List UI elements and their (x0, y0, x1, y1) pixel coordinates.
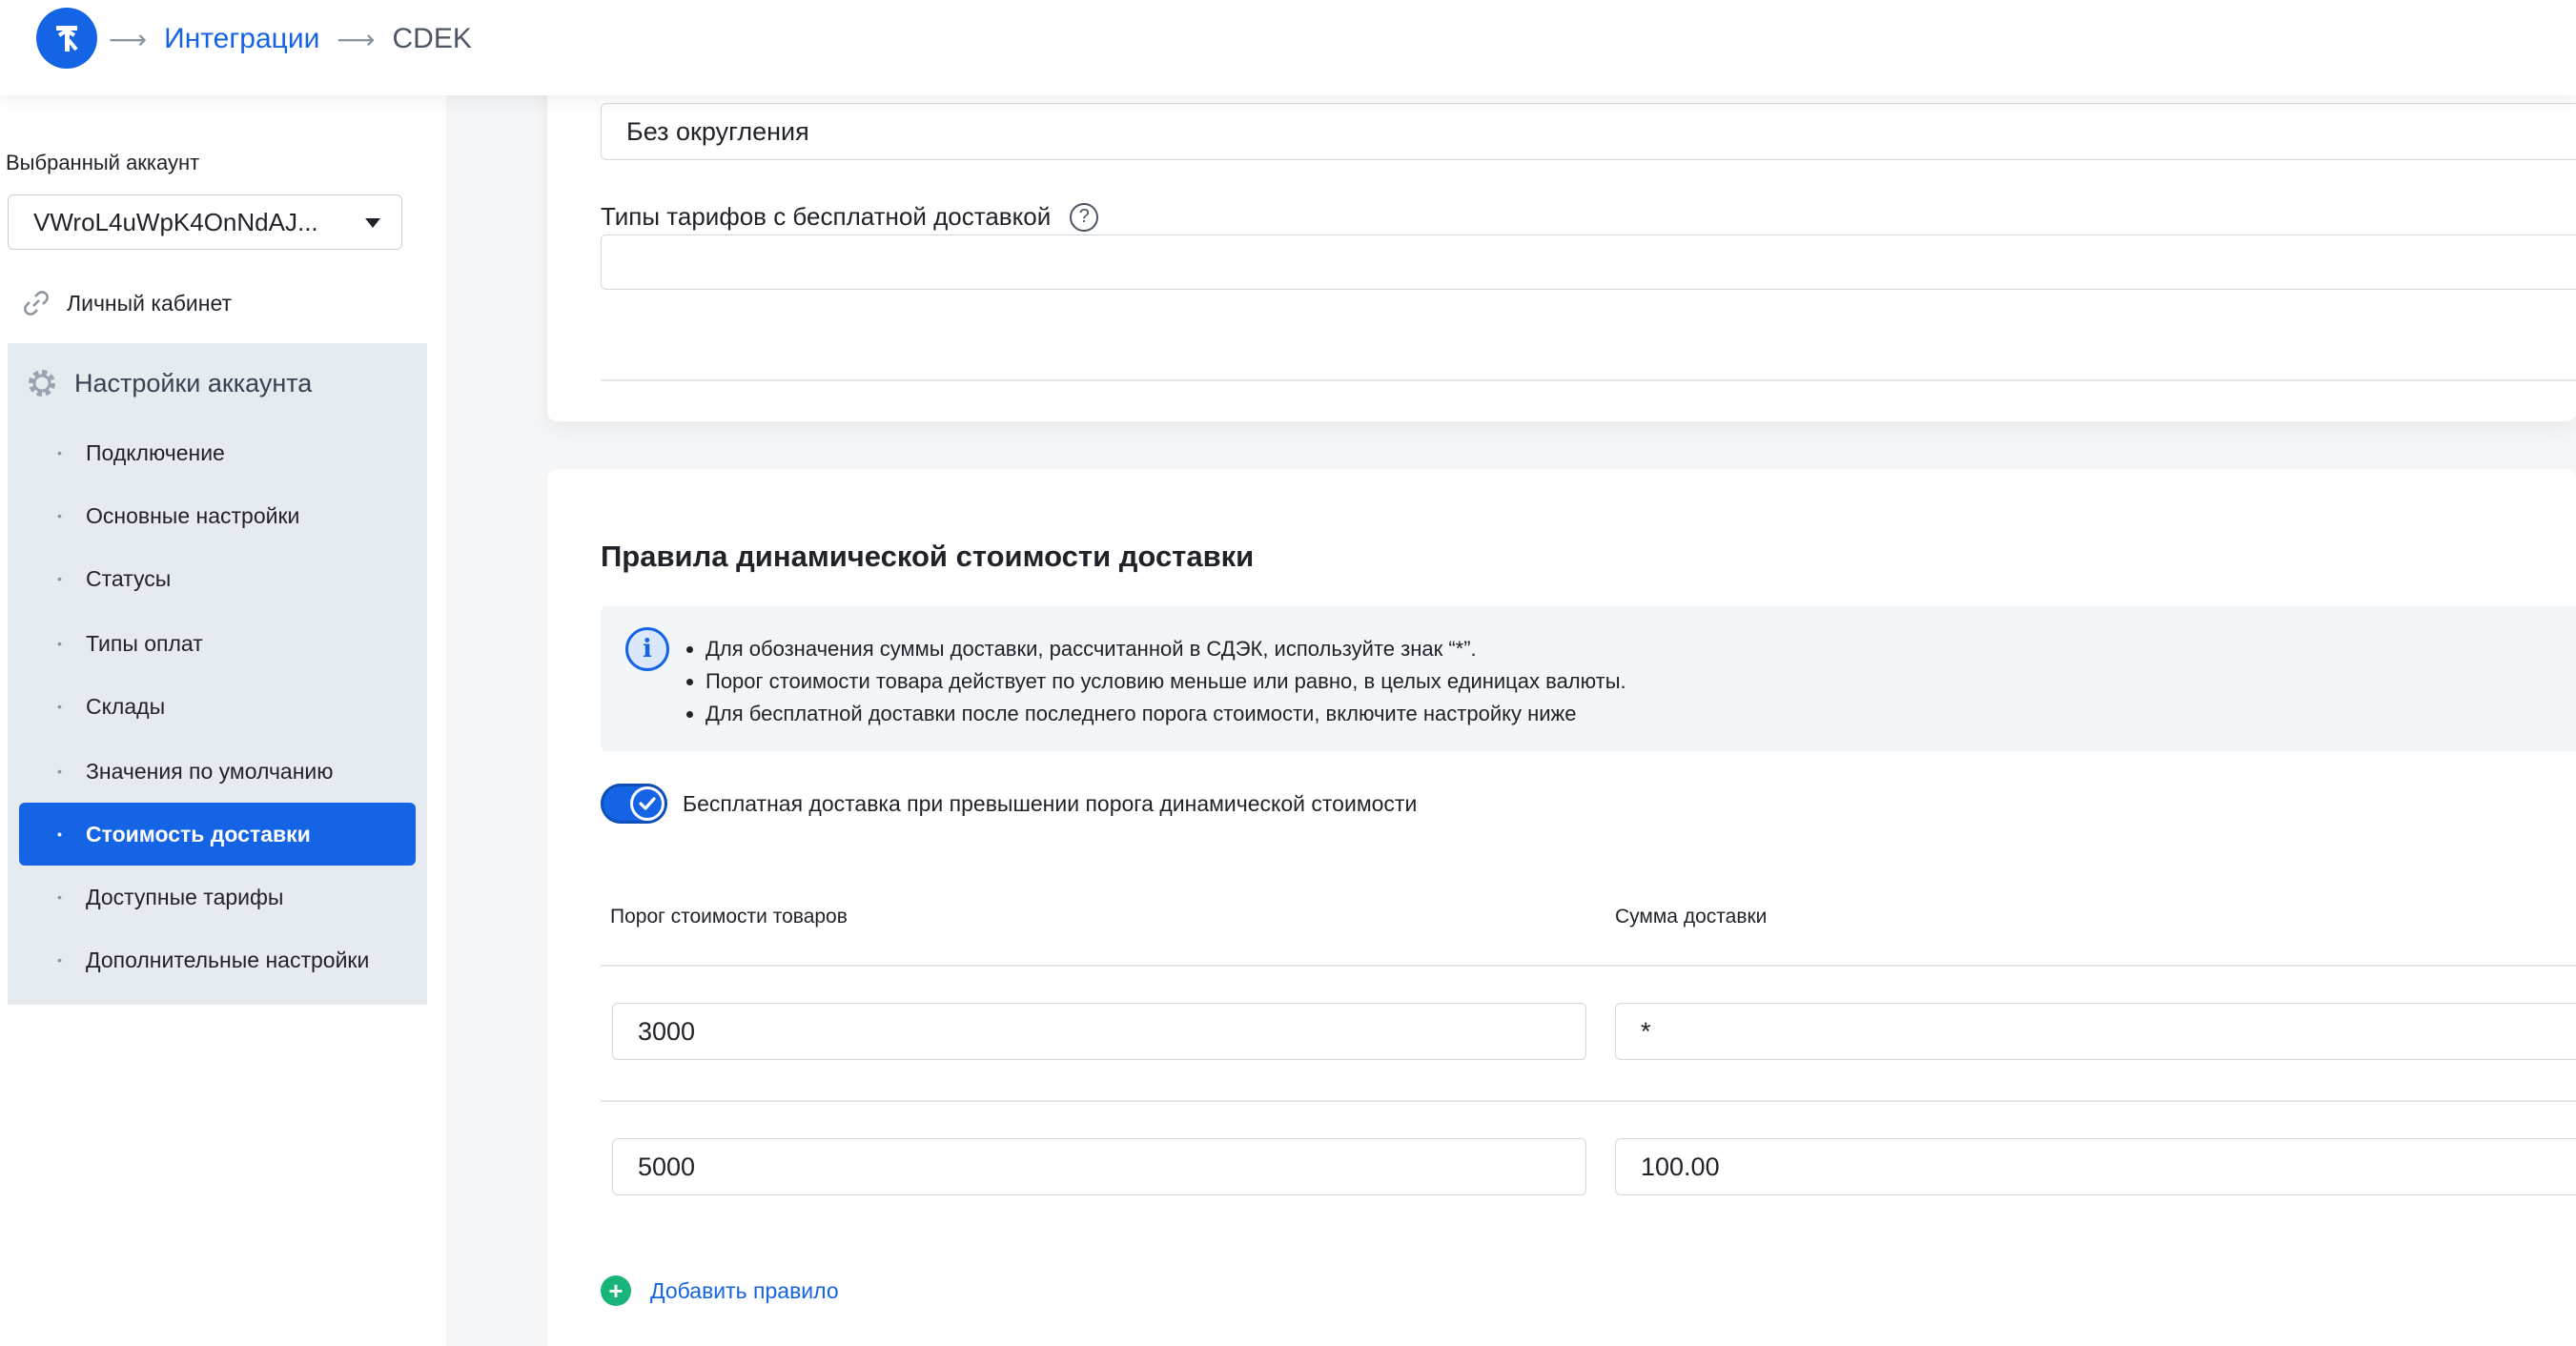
sidebar: Выбранный аккаунт VWroL4uWpK4OnNdAJ... Л… (0, 95, 446, 1346)
sidebar-item-label: Стоимость доставки (86, 821, 311, 846)
info-line: Для обозначения суммы доставки, рассчита… (705, 633, 1626, 665)
gear-icon (29, 370, 55, 397)
toggle-knob (630, 786, 664, 821)
check-icon (639, 797, 656, 810)
account-label: Выбранный аккаунт (6, 151, 200, 174)
free-tariffs-label-text: Типы тарифов с бесплатной доставкой (601, 202, 1052, 231)
sidebar-item-label: Статусы (86, 565, 172, 591)
breadcrumb-integrations[interactable]: Интеграции (164, 23, 319, 55)
sidebar-item-cabinet[interactable]: Личный кабинет (21, 288, 232, 318)
arrow-right-icon: ⟶ (337, 24, 376, 54)
logo-icon (56, 26, 78, 51)
help-icon[interactable]: ? (1070, 202, 1099, 232)
sidebar-item-available-tariffs[interactable]: Доступные тарифы (19, 866, 416, 928)
info-icon: i (625, 627, 669, 671)
sidebar-item-statuses[interactable]: Статусы (19, 547, 416, 610)
sidebar-item-defaults[interactable]: Значения по умолчанию (19, 740, 416, 803)
free-delivery-toggle[interactable] (601, 784, 667, 824)
top-header: ⟶ Интеграции ⟶ CDEK (0, 0, 2576, 95)
group-title-label: Настройки аккаунта (74, 368, 313, 398)
arrow-right-icon: ⟶ (109, 24, 148, 54)
free-tariffs-label: Типы тарифов с бесплатной доставкой ? (601, 202, 1099, 232)
dynamic-cost-rules-card: Правила динамической стоимости доставки … (547, 469, 2576, 1346)
column-header-threshold: Порог стоимости товаров (610, 906, 848, 928)
rounding-value: Без округления (626, 116, 809, 146)
sidebar-item-label: Доступные тарифы (86, 884, 284, 909)
amount-value: * (1641, 1016, 1651, 1046)
info-line: Порог стоимости товара действует по усло… (705, 665, 1626, 698)
threshold-input[interactable]: 5000 (612, 1138, 1586, 1195)
free-tariffs-select[interactable] (601, 235, 2576, 290)
amount-input[interactable]: 100.00 (1615, 1138, 2576, 1195)
sidebar-item-label: Дополнительные настройки (86, 947, 370, 972)
toggle-label: Бесплатная доставка при превышении порог… (683, 791, 1418, 816)
group-title[interactable]: Настройки аккаунта (25, 366, 312, 400)
sidebar-item-connection[interactable]: Подключение (19, 421, 416, 484)
info-list: Для обозначения суммы доставки, рассчита… (677, 633, 1626, 730)
sidebar-item-label: Склады (86, 693, 166, 719)
breadcrumb: ⟶ Интеграции ⟶ CDEK (105, 23, 472, 55)
plus-icon: + (601, 1275, 631, 1306)
rounding-select[interactable]: Без округления (601, 103, 2576, 160)
account-settings-group: Настройки аккаунта Подключение Основные … (8, 343, 427, 1005)
add-rule-label: Добавить правило (650, 1277, 839, 1303)
divider (601, 1100, 2576, 1102)
chevron-down-icon (365, 218, 380, 228)
amount-input[interactable]: * (1615, 1003, 2576, 1060)
column-header-amount: Сумма доставки (1615, 906, 1768, 928)
section-title: Правила динамической стоимости доставки (601, 540, 1255, 573)
link-icon (24, 291, 49, 316)
threshold-value: 3000 (638, 1016, 696, 1046)
sidebar-item-label: Основные настройки (86, 502, 300, 528)
breadcrumb-cdek: CDEK (392, 23, 472, 54)
sidebar-item-warehouses[interactable]: Склады (19, 675, 416, 738)
sidebar-item-main-settings[interactable]: Основные настройки (19, 484, 416, 547)
sidebar-item-label: Значения по умолчанию (86, 758, 334, 784)
sidebar-item-additional-settings[interactable]: Дополнительные настройки (19, 928, 416, 991)
threshold-input[interactable]: 3000 (612, 1003, 1586, 1060)
sidebar-item-delivery-cost[interactable]: Стоимость доставки (19, 803, 416, 866)
account-select[interactable]: VWroL4uWpK4OnNdAJ... (8, 194, 402, 250)
sidebar-item-label: Типы оплат (86, 630, 203, 656)
info-line: Для бесплатной доставки после последнего… (705, 698, 1626, 730)
info-box: i Для обозначения суммы доставки, рассчи… (601, 606, 2576, 751)
sidebar-item-label: Личный кабинет (67, 290, 233, 316)
add-rule-button[interactable]: + Добавить правило (601, 1275, 839, 1306)
divider (601, 379, 2576, 381)
sidebar-item-label: Подключение (86, 439, 225, 465)
divider (601, 965, 2576, 967)
sidebar-item-payment-types[interactable]: Типы оплат (19, 612, 416, 675)
account-select-value: VWroL4uWpK4OnNdAJ... (33, 207, 318, 236)
threshold-value: 5000 (638, 1152, 696, 1181)
app-logo[interactable] (36, 8, 97, 69)
amount-value: 100.00 (1641, 1152, 1720, 1181)
